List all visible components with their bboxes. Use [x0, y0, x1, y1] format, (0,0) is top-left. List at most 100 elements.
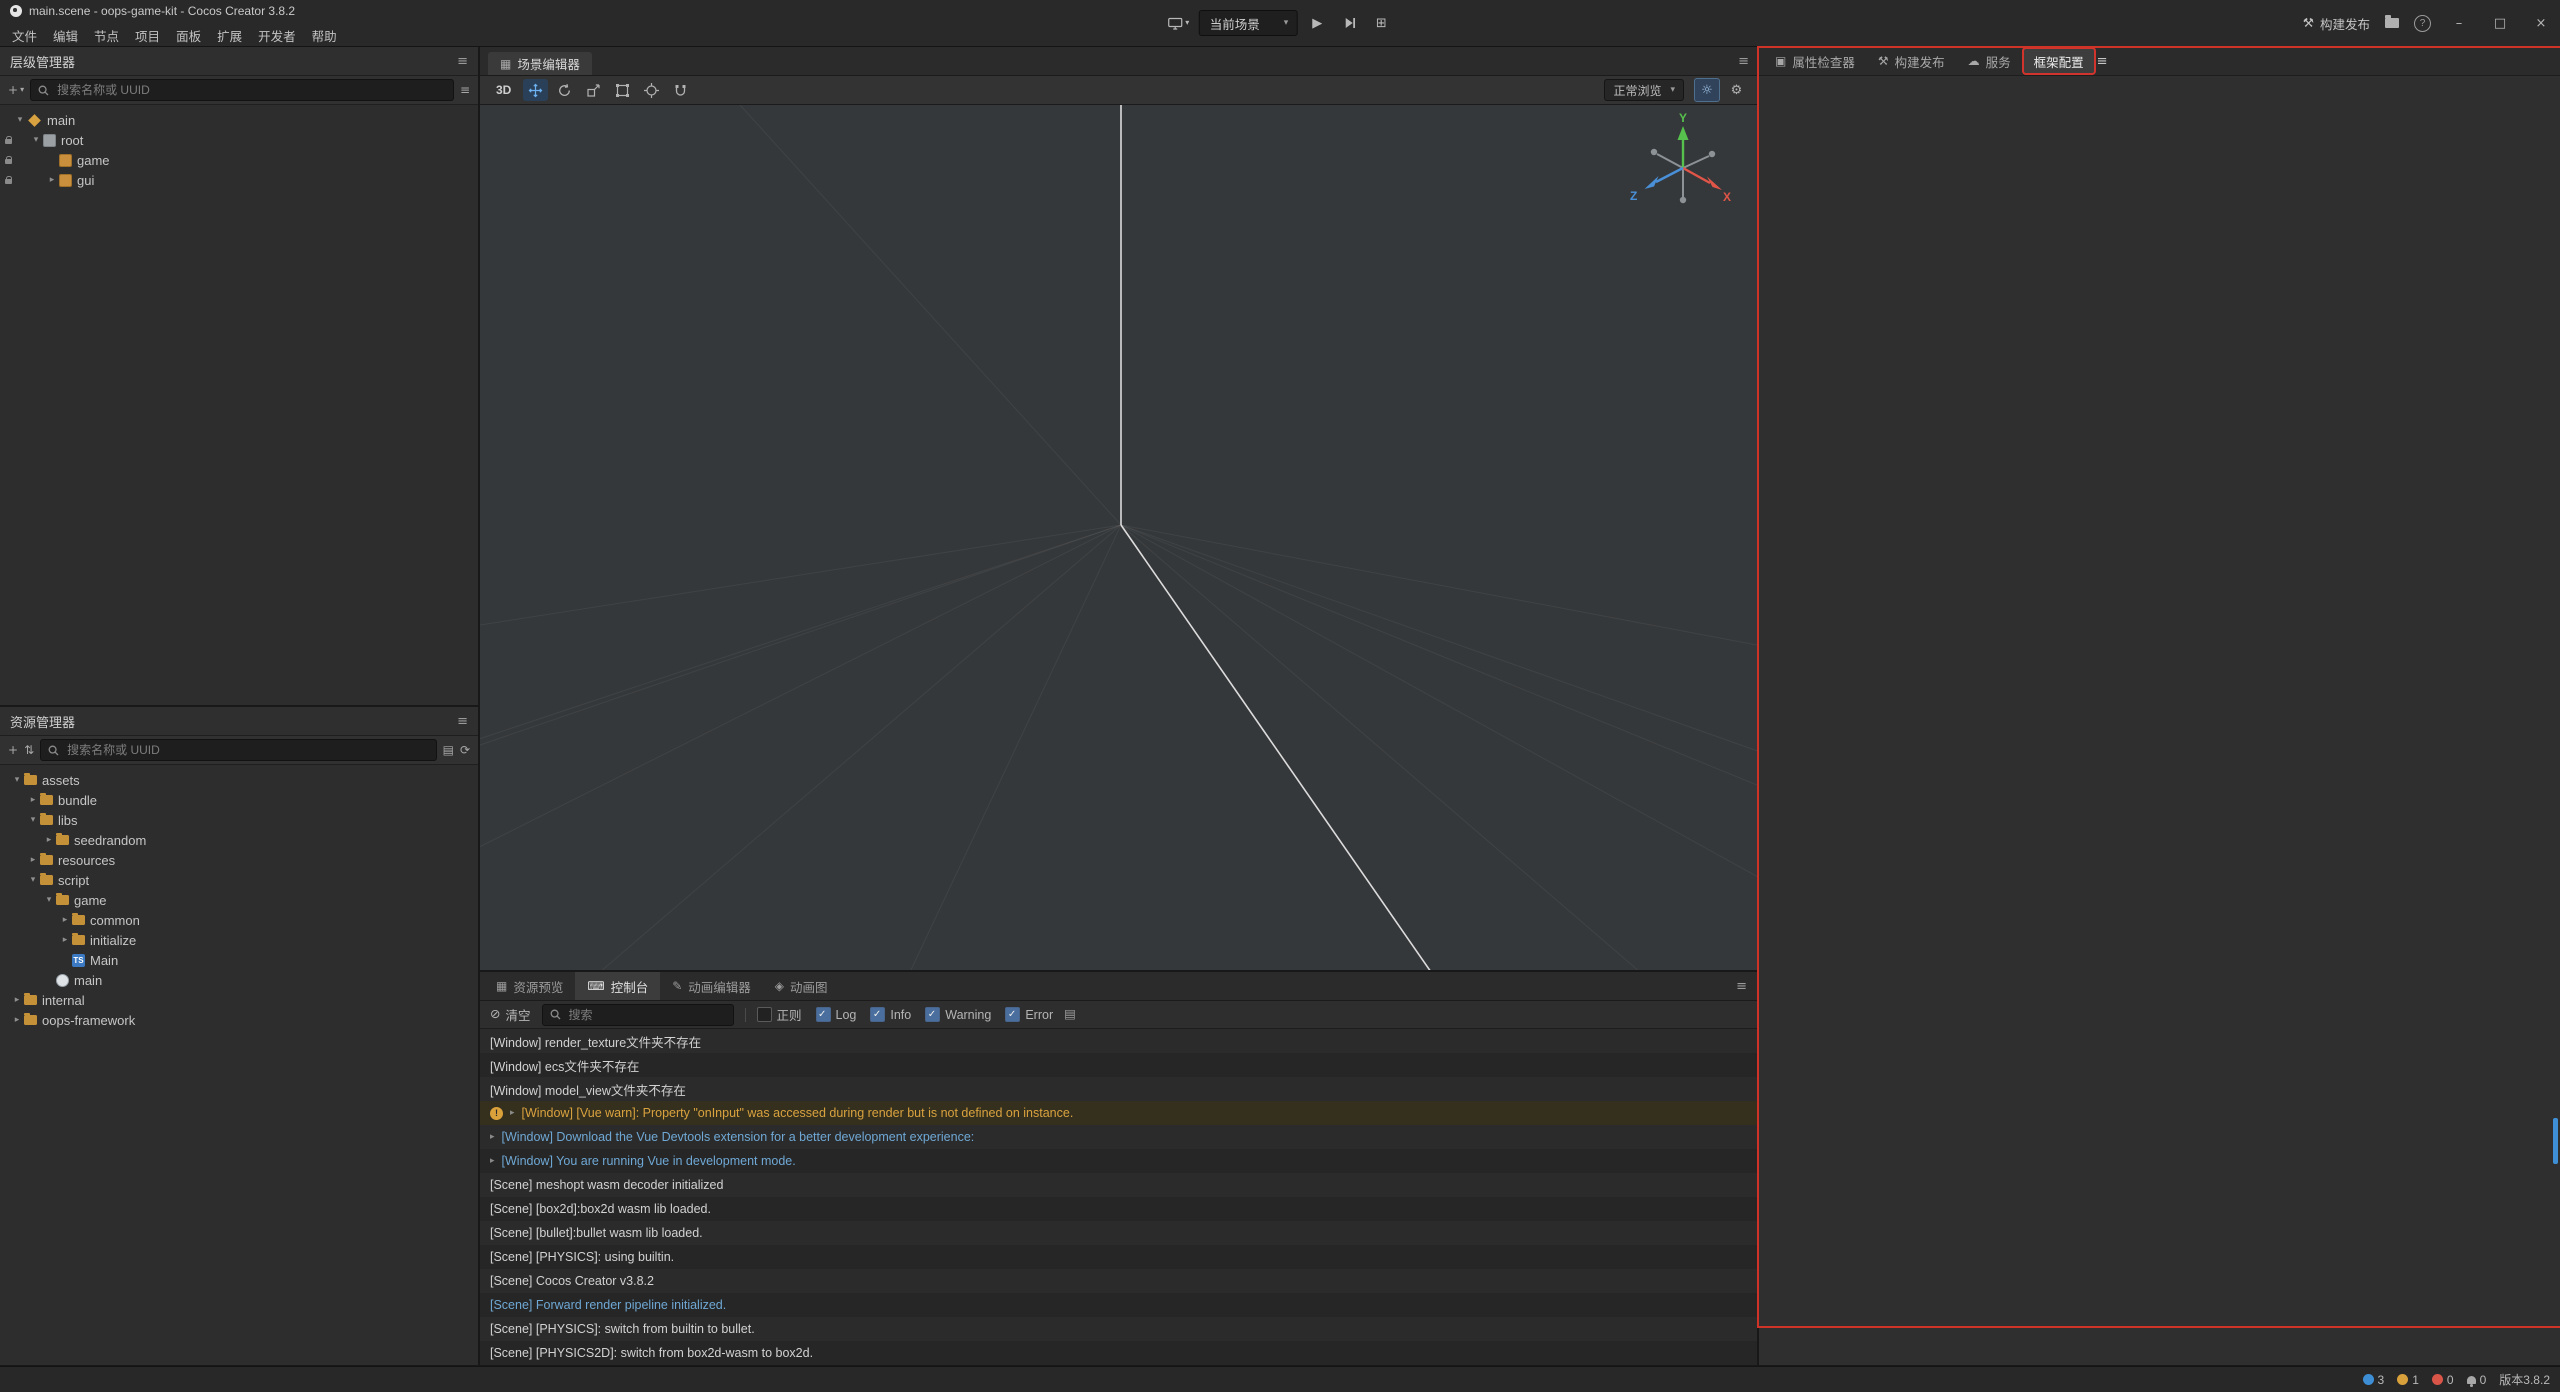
status-warning-count[interactable]: 1 [2397, 1373, 2419, 1387]
expand-log-icon[interactable] [510, 1109, 515, 1118]
lighting-toggle-button[interactable] [1694, 78, 1720, 102]
chevron-right-icon[interactable] [26, 796, 40, 805]
tree-item[interactable]: TSMain [0, 950, 478, 970]
scrollbar-thumb[interactable] [2553, 1118, 2558, 1164]
current-scene-selector[interactable]: 当前场景 [1199, 10, 1298, 36]
gizmo-neg-z-knob[interactable] [1709, 151, 1715, 157]
rotate-tool-button[interactable] [552, 79, 577, 101]
lock-icon[interactable] [5, 159, 12, 164]
panel-menu-icon[interactable] [1738, 55, 1749, 68]
menu-item[interactable]: 帮助 [304, 23, 345, 48]
tree-item[interactable]: root [0, 130, 478, 150]
tree-item[interactable]: oops-framework [0, 1010, 478, 1030]
anchor-tool-button[interactable] [639, 79, 664, 101]
snap-tool-button[interactable] [668, 79, 693, 101]
tree-item[interactable]: script [0, 870, 478, 890]
console-filter[interactable]: 正则 [757, 1005, 802, 1024]
console-tab[interactable]: 控制台 [575, 972, 660, 1000]
log-row[interactable]: [Window] Download the Vue Devtools exten… [480, 1125, 1757, 1149]
inspector-tab[interactable]: 构建发布 [1868, 49, 1955, 73]
status-notifications[interactable]: 0 [2467, 1373, 2487, 1387]
scene-viewport[interactable]: Y X Z [480, 105, 1757, 970]
log-row[interactable]: [Window] [Vue warn]: Property "onInput" … [480, 1101, 1757, 1125]
menu-item[interactable]: 节点 [86, 23, 127, 48]
chevron-right-icon[interactable] [10, 1016, 24, 1025]
checkbox-icon[interactable] [1005, 1007, 1020, 1022]
menu-item[interactable]: 项目 [127, 23, 168, 48]
console-filter[interactable]: Error [1005, 1007, 1053, 1022]
play-button[interactable] [1305, 11, 1329, 35]
checkbox-icon[interactable] [816, 1007, 831, 1022]
layout-button[interactable] [1369, 11, 1393, 35]
scale-tool-button[interactable] [581, 79, 606, 101]
log-row[interactable]: [Window] render_texture文件夹不存在 [480, 1029, 1757, 1053]
log-row[interactable]: [Scene] [PHYSICS]: using builtin. [480, 1245, 1757, 1269]
inspector-tab[interactable]: 属性检查器 [1765, 49, 1865, 73]
hierarchy-search-input[interactable] [55, 82, 446, 98]
open-log-file-icon[interactable] [1064, 1008, 1076, 1021]
create-asset-button[interactable] [8, 744, 18, 756]
checkbox-icon[interactable] [925, 1007, 940, 1022]
console-search-input[interactable] [567, 1007, 726, 1023]
chevron-right-icon[interactable] [58, 936, 72, 945]
tree-item[interactable]: main [0, 970, 478, 990]
refresh-icon[interactable] [460, 744, 470, 756]
build-publish-button[interactable]: 构建发布 [2303, 14, 2370, 33]
log-row[interactable]: [Window] ecs文件夹不存在 [480, 1053, 1757, 1077]
status-error-count[interactable]: 0 [2432, 1373, 2454, 1387]
view-mode-selector[interactable]: 正常浏览 [1604, 79, 1684, 101]
log-row[interactable]: [Scene] meshopt wasm decoder initialized [480, 1173, 1757, 1197]
rect-tool-button[interactable] [610, 79, 635, 101]
chevron-down-icon[interactable] [20, 86, 24, 94]
chevron-down-icon[interactable] [13, 116, 27, 125]
projection-3d-toggle[interactable]: 3D [488, 83, 519, 97]
tree-item[interactable]: game [0, 890, 478, 910]
tree-item[interactable]: bundle [0, 790, 478, 810]
expand-log-icon[interactable] [490, 1133, 495, 1142]
panel-menu-icon[interactable] [457, 55, 468, 68]
lock-icon[interactable] [5, 139, 12, 144]
log-row[interactable]: [Scene] Cocos Creator v3.8.2 [480, 1269, 1757, 1293]
list-view-icon[interactable] [443, 744, 454, 756]
chevron-right-icon[interactable] [45, 176, 59, 185]
gizmo-neg-y-knob[interactable] [1680, 197, 1686, 203]
expand-log-icon[interactable] [490, 1157, 495, 1166]
filter-icon[interactable] [460, 84, 470, 96]
help-icon[interactable] [2414, 15, 2431, 32]
log-row[interactable]: [Scene] Forward render pipeline initiali… [480, 1293, 1757, 1317]
clear-console-button[interactable]: 清空 [490, 1005, 531, 1024]
maximize-button[interactable] [2487, 17, 2513, 30]
checkbox-icon[interactable] [870, 1007, 885, 1022]
tree-item[interactable]: main [0, 110, 478, 130]
chevron-right-icon[interactable] [10, 996, 24, 1005]
tree-item[interactable]: resources [0, 850, 478, 870]
console-filter[interactable]: Info [870, 1007, 911, 1022]
tab-scene-editor[interactable]: 场景编辑器 [488, 52, 592, 75]
chevron-down-icon[interactable] [10, 776, 24, 785]
log-row[interactable]: [Scene] [box2d]:box2d wasm lib loaded. [480, 1197, 1757, 1221]
chevron-right-icon[interactable] [42, 836, 56, 845]
log-row[interactable]: [Scene] [bullet]:bullet wasm lib loaded. [480, 1221, 1757, 1245]
inspector-tab[interactable]: 框架配置 [2024, 49, 2094, 73]
log-row[interactable]: [Scene] [PHYSICS]: switch from builtin t… [480, 1317, 1757, 1341]
console-tab[interactable]: 资源预览 [484, 972, 575, 1000]
move-tool-button[interactable] [523, 79, 548, 101]
chevron-down-icon[interactable] [26, 876, 40, 885]
tree-item[interactable]: internal [0, 990, 478, 1010]
chevron-down-icon[interactable] [26, 816, 40, 825]
console-filter[interactable]: Warning [925, 1007, 991, 1022]
panel-menu-icon[interactable] [457, 715, 468, 728]
log-row[interactable]: [Window] You are running Vue in developm… [480, 1149, 1757, 1173]
project-folder-icon[interactable] [2385, 18, 2399, 28]
lock-icon[interactable] [5, 179, 12, 184]
menu-item[interactable]: 扩展 [209, 23, 250, 48]
console-tab[interactable]: 动画图 [763, 972, 840, 1000]
assets-search-box[interactable] [40, 739, 436, 761]
menu-item[interactable]: 面板 [168, 23, 209, 48]
preview-target-button[interactable] [1167, 11, 1191, 35]
log-row[interactable]: [Window] model_view文件夹不存在 [480, 1077, 1757, 1101]
checkbox-icon[interactable] [757, 1007, 772, 1022]
sort-assets-icon[interactable] [24, 744, 34, 756]
console-tab[interactable]: 动画编辑器 [660, 972, 763, 1000]
minimize-button[interactable] [2446, 17, 2472, 30]
